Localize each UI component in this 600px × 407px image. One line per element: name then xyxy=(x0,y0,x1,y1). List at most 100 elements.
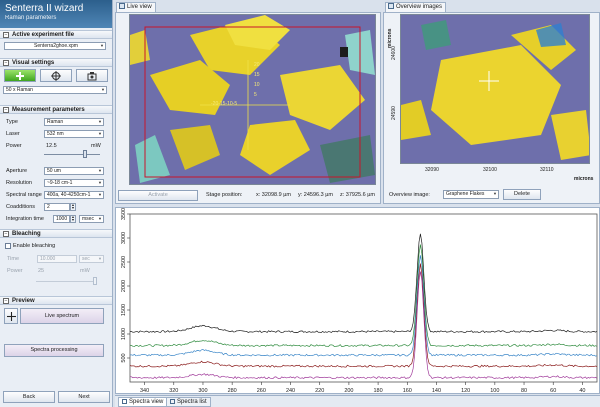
activate-button[interactable]: Activate xyxy=(118,190,198,201)
scale-tick: 20 xyxy=(254,62,260,68)
live-view-image[interactable]: 20 15 10 5 -20-15-10-5 xyxy=(129,14,376,185)
collapse-icon[interactable]: − xyxy=(3,230,9,237)
bleach-time-value: 10.000 xyxy=(40,256,56,262)
spectral-range-select[interactable]: 400a, 40-4250cm-1 ▼ xyxy=(44,191,104,199)
stage-z-value: z: 37925.6 µm xyxy=(340,192,375,198)
bleach-time-unit-value: sec xyxy=(82,256,90,262)
aperture-select[interactable]: 50 um ▼ xyxy=(44,167,104,175)
y-tick-label: 3000 xyxy=(121,232,127,244)
bleach-power-value: 25 xyxy=(38,268,45,274)
bleach-power-unit: mW xyxy=(80,268,90,274)
live-spectrum-icon-button[interactable] xyxy=(4,308,18,324)
collapse-icon[interactable]: − xyxy=(3,297,9,304)
laser-select[interactable]: 532 nm ▼ xyxy=(44,130,104,138)
y-tick-label: 2000 xyxy=(121,280,127,292)
enable-bleaching-checkbox[interactable] xyxy=(5,243,11,249)
bleach-power-slider-thumb[interactable] xyxy=(93,277,97,285)
overview-image-select[interactable]: Graphene Flakes ▼ xyxy=(443,190,499,199)
tab-label: Overview images xyxy=(396,4,443,10)
camera-icon xyxy=(119,3,125,9)
next-button[interactable]: Next xyxy=(58,391,110,403)
tab-overview-images[interactable]: Overview images xyxy=(385,2,447,12)
coadditions-stepper[interactable]: ▲ ▼ xyxy=(70,203,76,211)
tab-live-view[interactable]: Live view xyxy=(116,2,156,12)
section-visual-settings[interactable]: − Visual settings xyxy=(0,58,112,67)
x-tick-label: 320 xyxy=(169,388,178,394)
tab-label: Live view xyxy=(127,4,152,10)
live-spectrum-button[interactable]: Live spectrum xyxy=(20,308,104,324)
integration-time-stepper[interactable]: ▲ ▼ xyxy=(70,215,76,223)
tab-spectra-view[interactable]: Spectra view xyxy=(118,397,168,407)
chevron-down-icon: ▼ xyxy=(493,191,497,196)
section-bleaching[interactable]: − Bleaching xyxy=(0,229,112,238)
chevron-down-icon: ▼ xyxy=(98,180,102,185)
x-tick-label: 60 xyxy=(550,388,556,394)
spectral-range-label: Spectral range xyxy=(6,192,42,198)
y-tick-label: 500 xyxy=(121,353,127,362)
objective-select[interactable]: 50 x Raman ▼ xyxy=(3,86,107,94)
crosshair-icon xyxy=(6,312,16,321)
bleach-time-unit-select[interactable]: sec ▼ xyxy=(79,255,104,263)
x-tick-label: 160 xyxy=(403,388,412,394)
section-title: Active experiment file xyxy=(12,31,75,38)
back-button[interactable]: Back xyxy=(3,391,55,403)
type-select[interactable]: Raman ▼ xyxy=(44,118,104,126)
scale-row: -20-15-10-5 xyxy=(211,101,238,107)
power-value: 12.5 xyxy=(46,143,57,149)
power-slider-thumb[interactable] xyxy=(83,150,87,158)
type-value: Raman xyxy=(47,119,64,125)
collapse-icon[interactable]: − xyxy=(3,106,9,113)
experiment-file-select[interactable]: Senterra2ghoe.xpm ▼ xyxy=(4,42,106,50)
y-tick-label: 1500 xyxy=(121,304,127,316)
spectra-chart[interactable]: 340 320 300 280 260 240 220 200 180 160 140 120 100 8… xyxy=(115,207,600,394)
scale-tick: 10 xyxy=(254,82,260,88)
integration-time-input[interactable]: 1000 xyxy=(53,215,70,223)
chevron-down-icon: ▼ xyxy=(98,168,102,173)
overview-image-label: Overview image: xyxy=(389,192,430,198)
x-tick-label: 220 xyxy=(315,388,324,394)
camera-settings-button[interactable] xyxy=(76,69,108,82)
overview-x-tick: 32110 xyxy=(540,167,554,173)
power-slider[interactable] xyxy=(44,154,100,155)
section-preview[interactable]: − Preview xyxy=(0,296,112,305)
x-tick-label: 120 xyxy=(461,388,470,394)
collapse-icon[interactable]: − xyxy=(3,59,9,66)
chevron-down-icon: ▼ xyxy=(98,256,102,261)
delete-button[interactable]: Delete xyxy=(503,189,541,200)
tab-spectra-list[interactable]: Spectra list xyxy=(166,397,211,407)
section-measurement-parameters[interactable]: − Measurement parameters xyxy=(0,105,112,114)
section-active-file[interactable]: − Active experiment file xyxy=(0,30,112,39)
crosshair-icon xyxy=(51,71,61,81)
x-tick-label: 300 xyxy=(198,388,207,394)
bleach-power-slider[interactable] xyxy=(36,281,96,282)
x-tick-label: 260 xyxy=(257,388,266,394)
wizard-panel: Senterra II wizard Raman parameters − Ac… xyxy=(0,0,113,407)
enable-bleaching-label: Enable bleaching xyxy=(13,243,56,249)
overview-image-value: Graphene Flakes xyxy=(446,191,485,197)
power-unit: mW xyxy=(91,143,101,149)
y-tick-label: 3500 xyxy=(121,208,127,220)
chevron-down-icon: ▼ xyxy=(100,43,104,48)
objective-value: 50 x Raman xyxy=(6,87,33,93)
coadditions-input[interactable]: 2 xyxy=(44,203,70,211)
section-title: Visual settings xyxy=(12,59,55,66)
x-tick-label: 200 xyxy=(344,388,353,394)
x-tick-label: 340 xyxy=(140,388,149,394)
bleach-time-input[interactable]: 10.000 xyxy=(37,255,77,263)
power-label: Power xyxy=(6,143,22,149)
chevron-down-icon: ▼ xyxy=(98,131,102,136)
section-title: Bleaching xyxy=(12,230,41,237)
integration-unit-select[interactable]: msec ▼ xyxy=(79,215,104,223)
x-tick-label: 40 xyxy=(579,388,585,394)
tab-label: Spectra list xyxy=(177,399,207,405)
darkfield-button[interactable] xyxy=(40,69,72,82)
wizard-header: Senterra II wizard Raman parameters xyxy=(0,0,112,28)
integration-time-value: 1000 xyxy=(56,216,68,222)
collapse-icon[interactable]: − xyxy=(3,31,9,38)
resolution-select[interactable]: ~9-18 cm-1 ▼ xyxy=(44,179,104,187)
overview-image[interactable] xyxy=(400,14,590,164)
y-tick-label: 1000 xyxy=(121,328,127,340)
brightfield-button[interactable] xyxy=(4,69,36,82)
x-tick-label: 100 xyxy=(490,388,499,394)
spectra-processing-button[interactable]: Spectra processing xyxy=(4,344,104,357)
